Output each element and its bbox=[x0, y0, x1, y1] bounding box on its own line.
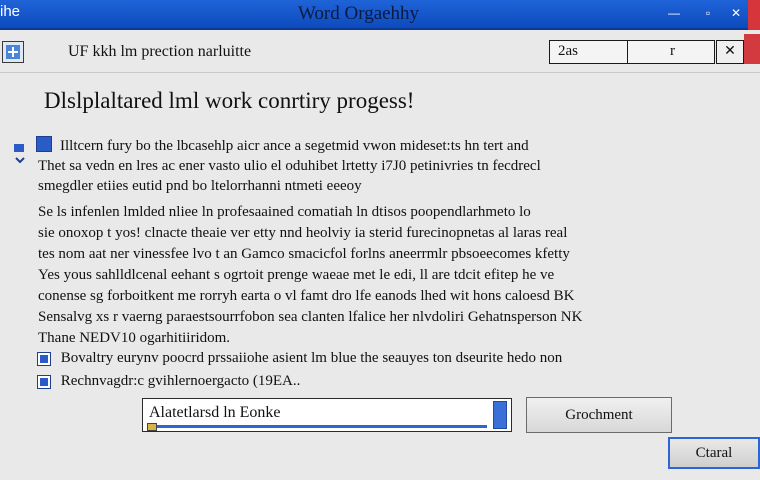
subtitle: UF kkh lm prection narluitte bbox=[68, 43, 252, 60]
body-line: sie onoxop t yos! clnacte theaie ver ett… bbox=[38, 225, 568, 241]
app-icon bbox=[2, 41, 24, 63]
option-row-1[interactable]: Bovaltry eurynv poocrd prssaiiohe asient… bbox=[37, 350, 562, 368]
option-checkbox-1[interactable] bbox=[37, 351, 51, 366]
input-handle[interactable] bbox=[147, 423, 157, 431]
text-input[interactable]: Alatetlarsd ln Eonke bbox=[142, 398, 512, 432]
title-bar[interactable]: ihe Word Orgaehhy — ▫ ✕ bbox=[0, 0, 760, 30]
close-button[interactable]: ✕ bbox=[726, 5, 746, 21]
toolbar-field-text: 2as bbox=[558, 43, 578, 59]
intro-line: Illtcern fury bo the lbcasehlp aicr ance… bbox=[60, 138, 529, 154]
body-paragraph: Se ls infenlen lmlded nliee ln profesaai… bbox=[38, 202, 718, 349]
app-window: ihe Word Orgaehhy — ▫ ✕ UF kkh lm precti… bbox=[0, 0, 760, 480]
option-label-1: Bovaltry eurynv poocrd prssaiiohe asient… bbox=[60, 350, 563, 367]
body-line: Sensalvg xs r vaerng paraestsourrfobon s… bbox=[38, 309, 583, 325]
body-line: tes nom aat ner vinessfee lvo t an Gamco… bbox=[38, 246, 570, 262]
intro-line: Thet sa vedn en lres ac ener vasto ulio … bbox=[38, 158, 541, 174]
body-line: Yes yous sahlldlcenal eehant s ogrtoit p… bbox=[38, 267, 555, 283]
intro-paragraph: Illtcern fury bo the lbcasehlp aicr ance… bbox=[38, 136, 718, 196]
maximize-button[interactable]: ▫ bbox=[698, 5, 718, 21]
input-progress-bar bbox=[147, 425, 487, 428]
option-label-2: Rechnvagdr:c gvihlernoergacto (19EA.. bbox=[60, 373, 301, 390]
intro-line: smegdler etiies eutid pnd bo ltelorrhann… bbox=[38, 178, 362, 194]
minimize-button[interactable]: — bbox=[664, 5, 684, 21]
close-accent bbox=[748, 0, 760, 30]
divider bbox=[0, 72, 760, 73]
input-scroll-button[interactable] bbox=[493, 401, 507, 429]
title-left-label: ihe bbox=[0, 3, 21, 20]
window-title: Word Orgaehhy bbox=[298, 3, 420, 24]
text-input-value: Alatetlarsd ln Eonke bbox=[149, 404, 281, 421]
page-title: Dlslplaltared lml work conrtiry progess! bbox=[44, 88, 415, 113]
cancel-button[interactable]: Ctaral bbox=[668, 437, 760, 469]
toolbar-field[interactable]: 2as r bbox=[549, 40, 715, 64]
toolbar-accent bbox=[744, 34, 760, 64]
toolbar-close-button[interactable]: ✕ bbox=[716, 40, 744, 64]
option-row-2[interactable]: Rechnvagdr:c gvihlernoergacto (19EA.. bbox=[37, 373, 300, 391]
check-button[interactable]: Grochment bbox=[526, 397, 672, 433]
body-line: conense sg forboitkent me rorryh earta o… bbox=[38, 288, 575, 304]
body-line: Se ls infenlen lmlded nliee ln profesaai… bbox=[38, 204, 531, 220]
toolbar-field-glyph: r bbox=[670, 43, 675, 59]
option-checkbox-2[interactable] bbox=[37, 374, 51, 389]
body-line: Thane NEDV10 ogarhitiiridom. bbox=[38, 330, 231, 346]
field-divider bbox=[627, 41, 628, 63]
info-icon bbox=[14, 144, 25, 164]
